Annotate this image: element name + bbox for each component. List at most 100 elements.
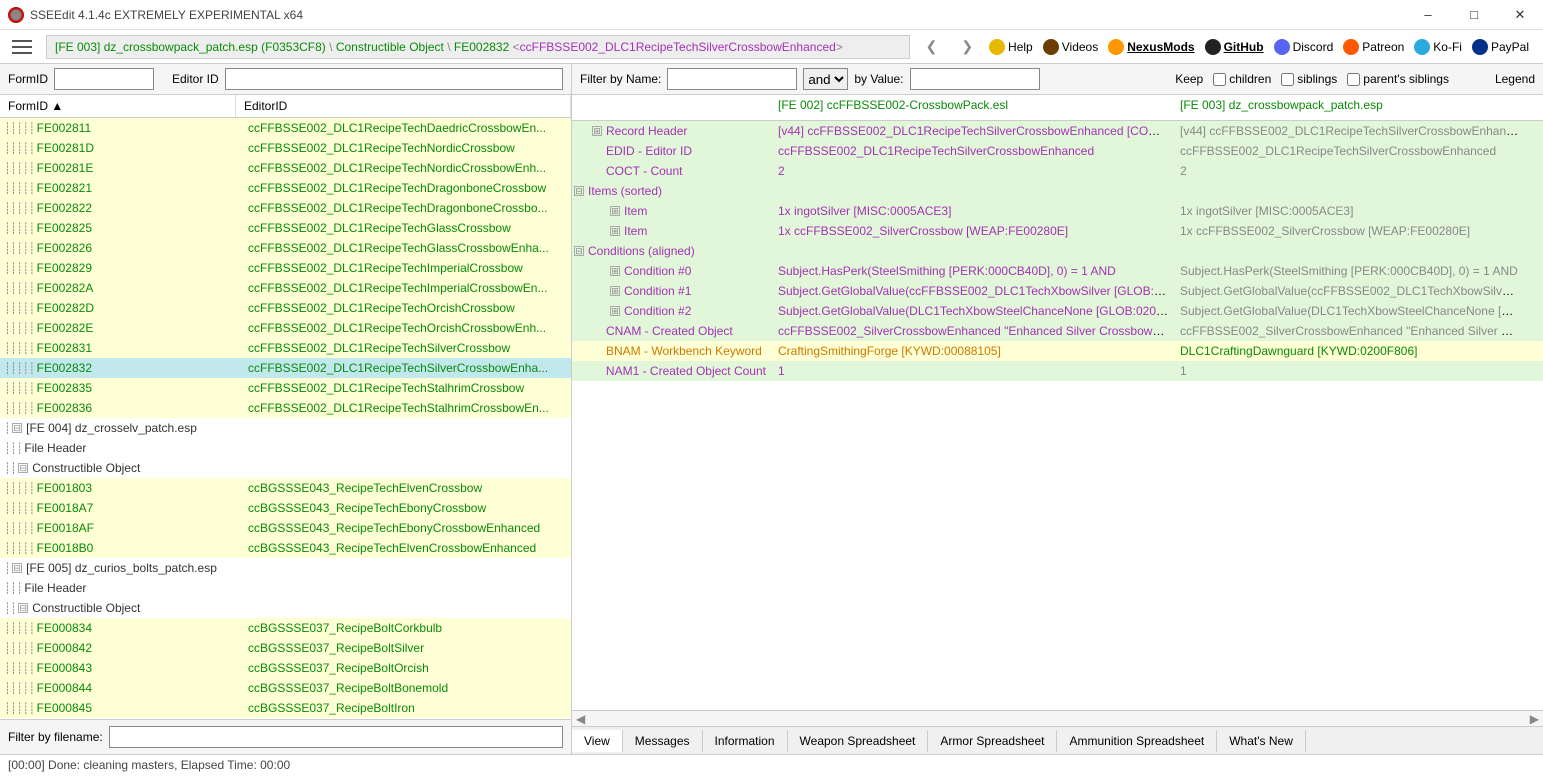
record-row[interactable]: ⊟Conditions (aligned) <box>572 241 1543 261</box>
menu-icon[interactable] <box>12 40 32 54</box>
tree-row[interactable]: ┊┊┊┊┊FE002832ccFFBSSE002_DLC1RecipeTechS… <box>0 358 571 378</box>
record-row[interactable]: CNAM - Created ObjectccFFBSSE002_SilverC… <box>572 321 1543 341</box>
col-formid[interactable]: FormID ▲ <box>0 95 236 117</box>
close-button[interactable]: ✕ <box>1497 0 1543 30</box>
patreon-icon <box>1343 39 1359 55</box>
tree-row[interactable]: ┊⊟[FE 004] dz_crosselv_patch.esp <box>0 418 571 438</box>
tab-ammunition-spreadsheet[interactable]: Ammunition Spreadsheet <box>1057 730 1217 752</box>
right-panel: Filter by Name: and by Value: Keep child… <box>572 64 1543 754</box>
path-group: Constructible Object <box>336 40 444 54</box>
id-search-row: FormID Editor ID <box>0 64 571 95</box>
help-link[interactable]: Help <box>989 39 1033 55</box>
videos-link[interactable]: Videos <box>1043 39 1098 55</box>
keep-children[interactable]: children <box>1213 72 1271 86</box>
filename-filter-input[interactable] <box>109 726 563 748</box>
tree-row[interactable]: ┊┊┊┊┊FE002825ccFFBSSE002_DLC1RecipeTechG… <box>0 218 571 238</box>
formid-label: FormID <box>8 72 48 86</box>
record-tree[interactable]: ┊┊┊┊┊FE002811ccFFBSSE002_DLC1RecipeTechD… <box>0 118 571 719</box>
tree-row[interactable]: ┊┊┊┊┊FE002835ccFFBSSE002_DLC1RecipeTechS… <box>0 378 571 398</box>
discord-link[interactable]: Discord <box>1274 39 1334 55</box>
record-row[interactable]: BNAM - Workbench KeywordCraftingSmithing… <box>572 341 1543 361</box>
filter-name-label: Filter by Name: <box>580 72 661 86</box>
record-row[interactable]: COCT - Count22 <box>572 161 1543 181</box>
formid-input[interactable] <box>54 68 154 90</box>
tree-row[interactable]: ┊┊┊┊┊FE002836ccFFBSSE002_DLC1RecipeTechS… <box>0 398 571 418</box>
help-links: Help Videos NexusMods GitHub Discord Pat… <box>989 39 1537 55</box>
tab-armor-spreadsheet[interactable]: Armor Spreadsheet <box>928 730 1057 752</box>
filename-filter-label: Filter by filename: <box>8 730 103 744</box>
tree-row[interactable]: ┊┊┊┊┊FE00282AccFFBSSE002_DLC1RecipeTechI… <box>0 278 571 298</box>
paypal-link[interactable]: PayPal <box>1472 39 1529 55</box>
tree-row[interactable]: ┊┊┊┊┊FE000842ccBGSSSE037_RecipeBoltSilve… <box>0 638 571 658</box>
tree-row[interactable]: ┊┊┊┊┊FE001803ccBGSSSE043_RecipeTechElven… <box>0 478 571 498</box>
tree-row[interactable]: ┊┊┊┊┊FE00282DccFFBSSE002_DLC1RecipeTechO… <box>0 298 571 318</box>
tree-row[interactable]: ┊┊┊File Header <box>0 438 571 458</box>
tree-row[interactable]: ┊┊┊┊┊FE0018B0ccBGSSSE043_RecipeTechElven… <box>0 538 571 558</box>
app-icon <box>8 7 24 23</box>
editorid-label: Editor ID <box>172 72 219 86</box>
tree-row[interactable]: ┊┊┊┊┊FE002821ccFFBSSE002_DLC1RecipeTechD… <box>0 178 571 198</box>
tree-row[interactable]: ┊┊┊┊┊FE000844ccBGSSSE037_RecipeBoltBonem… <box>0 678 571 698</box>
nexus-link[interactable]: NexusMods <box>1108 39 1194 55</box>
tab-messages[interactable]: Messages <box>623 730 703 752</box>
legend-link[interactable]: Legend <box>1495 72 1535 86</box>
breadcrumb[interactable]: [FE 003] dz_crossbowpack_patch.esp (F035… <box>46 35 910 59</box>
record-row[interactable]: ⊞Condition #1Subject.GetGlobalValue(ccFF… <box>572 281 1543 301</box>
video-icon <box>1043 39 1059 55</box>
github-icon <box>1205 39 1221 55</box>
path-formid: FE002832 <box>454 40 509 54</box>
col-editorid[interactable]: EditorID <box>236 95 571 117</box>
github-link[interactable]: GitHub <box>1205 39 1264 55</box>
tree-row[interactable]: ┊┊┊File Header <box>0 578 571 598</box>
tree-row[interactable]: ┊┊┊┊┊FE002822ccFFBSSE002_DLC1RecipeTechD… <box>0 198 571 218</box>
tree-row[interactable]: ┊┊┊┊┊FE000843ccBGSSSE037_RecipeBoltOrcis… <box>0 658 571 678</box>
maximize-button[interactable]: □ <box>1451 0 1497 30</box>
nav-back-button[interactable]: ❮ <box>918 36 946 57</box>
tree-row[interactable]: ┊┊⊟Constructible Object <box>0 598 571 618</box>
record-row[interactable]: ⊞Condition #0Subject.HasPerk(SteelSmithi… <box>572 261 1543 281</box>
tree-row[interactable]: ┊⊟[FE 005] dz_curios_bolts_patch.esp <box>0 558 571 578</box>
record-row[interactable]: ⊞Condition #2Subject.GetGlobalValue(DLC1… <box>572 301 1543 321</box>
kofi-link[interactable]: Ko-Fi <box>1414 39 1462 55</box>
tree-row[interactable]: ┊┊┊┊┊FE002811ccFFBSSE002_DLC1RecipeTechD… <box>0 118 571 138</box>
filter-value-input[interactable] <box>910 68 1040 90</box>
record-row[interactable]: NAM1 - Created Object Count11 <box>572 361 1543 381</box>
scrollbar-h[interactable]: ◀▶ <box>572 710 1543 726</box>
tab-information[interactable]: Information <box>703 730 788 752</box>
nav-forward-button[interactable]: ❯ <box>953 36 981 57</box>
minimize-button[interactable]: – <box>1405 0 1451 30</box>
toolbar: [FE 003] dz_crossbowpack_patch.esp (F035… <box>0 30 1543 64</box>
book-icon <box>989 39 1005 55</box>
tree-row[interactable]: ┊┊┊┊┊FE0018A7ccBGSSSE043_RecipeTechEbony… <box>0 498 571 518</box>
tree-row[interactable]: ┊┊┊┊┊FE002831ccFFBSSE002_DLC1RecipeTechS… <box>0 338 571 358</box>
keep-parents[interactable]: parent's siblings <box>1347 72 1449 86</box>
patreon-link[interactable]: Patreon <box>1343 39 1404 55</box>
path-plugin: [FE 003] dz_crossbowpack_patch.esp (F035… <box>55 40 326 54</box>
col-plugin-a[interactable]: [FE 002] ccFFBSSE002-CrossbowPack.esl <box>772 95 1174 120</box>
record-row[interactable]: EDID - Editor IDccFFBSSE002_DLC1RecipeTe… <box>572 141 1543 161</box>
tab-view[interactable]: View <box>572 730 623 752</box>
editorid-input[interactable] <box>225 68 563 90</box>
tree-row[interactable]: ┊┊┊┊┊FE000834ccBGSSSE037_RecipeBoltCorkb… <box>0 618 571 638</box>
tree-row[interactable]: ┊┊┊┊┊FE00281DccFFBSSE002_DLC1RecipeTechN… <box>0 138 571 158</box>
filter-op-select[interactable]: and <box>803 68 848 90</box>
tab-weapon-spreadsheet[interactable]: Weapon Spreadsheet <box>788 730 929 752</box>
tree-row[interactable]: ┊┊┊┊┊FE000845ccBGSSSE037_RecipeBoltIron <box>0 698 571 718</box>
tree-row[interactable]: ┊┊┊┊┊FE00281EccFFBSSE002_DLC1RecipeTechN… <box>0 158 571 178</box>
titlebar: SSEEdit 4.1.4c EXTREMELY EXPERIMENTAL x6… <box>0 0 1543 30</box>
tree-row[interactable]: ┊┊┊┊┊FE0018AFccBGSSSE043_RecipeTechEbony… <box>0 518 571 538</box>
col-plugin-b[interactable]: [FE 003] dz_crossbowpack_patch.esp <box>1174 95 1526 120</box>
record-row[interactable]: ⊞Item1x ingotSilver [MISC:0005ACE3]1x in… <box>572 201 1543 221</box>
tree-row[interactable]: ┊┊⊟Constructible Object <box>0 458 571 478</box>
record-row[interactable]: ⊟Items (sorted) <box>572 181 1543 201</box>
record-row[interactable]: ⊞Record Header[v44] ccFFBSSE002_DLC1Reci… <box>572 121 1543 141</box>
record-grid-header: [FE 002] ccFFBSSE002-CrossbowPack.esl [F… <box>572 95 1543 121</box>
tab-what's-new[interactable]: What's New <box>1217 730 1306 752</box>
tree-row[interactable]: ┊┊┊┊┊FE002829ccFFBSSE002_DLC1RecipeTechI… <box>0 258 571 278</box>
tree-row[interactable]: ┊┊┊┊┊FE00282EccFFBSSE002_DLC1RecipeTechO… <box>0 318 571 338</box>
tree-row[interactable]: ┊┊┊┊┊FE002826ccFFBSSE002_DLC1RecipeTechG… <box>0 238 571 258</box>
record-row[interactable]: ⊞Item1x ccFFBSSE002_SilverCrossbow [WEAP… <box>572 221 1543 241</box>
col-field <box>572 95 772 120</box>
keep-siblings[interactable]: siblings <box>1281 72 1337 86</box>
filter-name-input[interactable] <box>667 68 797 90</box>
